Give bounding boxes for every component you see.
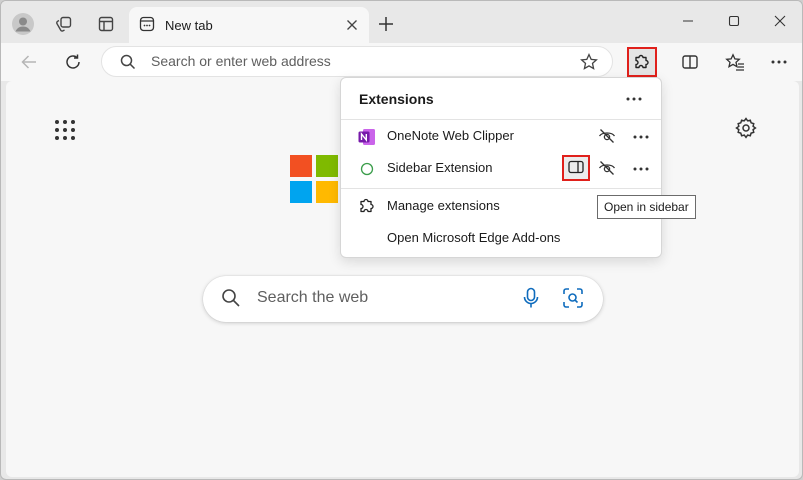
web-search-icon xyxy=(221,288,241,311)
open-in-sidebar-tooltip: Open in sidebar xyxy=(597,195,696,219)
extension-more-options-icon[interactable] xyxy=(629,127,653,147)
apps-launcher-icon[interactable] xyxy=(54,119,76,144)
search-icon xyxy=(120,54,136,73)
tab-new-tab[interactable]: New tab xyxy=(129,7,369,43)
address-bar[interactable] xyxy=(101,46,613,77)
title-bar: New tab xyxy=(1,1,802,43)
tab-close-icon[interactable] xyxy=(343,16,361,34)
newtab-favicon-icon xyxy=(139,16,155,35)
tab-actions-icon[interactable] xyxy=(91,9,121,39)
extensions-button[interactable] xyxy=(627,47,657,77)
flyout-title: Extensions xyxy=(359,91,434,107)
extension-row-onenote[interactable]: OneNote Web Clipper xyxy=(341,120,661,152)
extension-name: Sidebar Extension xyxy=(387,160,493,175)
tab-title: New tab xyxy=(165,17,213,33)
profile-avatar-icon[interactable] xyxy=(8,9,38,39)
extension-more-options-icon[interactable] xyxy=(629,159,653,179)
sidebar-panel-icon xyxy=(568,160,584,177)
favorites-list-icon[interactable] xyxy=(719,46,751,78)
logo-square-yellow xyxy=(316,181,338,203)
extension-row-sidebar[interactable]: Sidebar Extension xyxy=(341,152,661,184)
circle-outline-icon xyxy=(358,160,376,178)
browser-window: New tab Search or enter web address Sear… xyxy=(0,0,803,480)
web-search-box[interactable] xyxy=(203,276,603,322)
workspaces-icon[interactable] xyxy=(49,9,79,39)
logo-square-blue xyxy=(290,181,312,203)
hide-from-toolbar-icon[interactable] xyxy=(598,159,616,180)
visual-search-icon[interactable] xyxy=(562,287,584,312)
favorite-star-icon[interactable] xyxy=(580,53,598,74)
extension-name: OneNote Web Clipper xyxy=(387,128,514,143)
manage-extensions-link[interactable]: Manage extensions xyxy=(387,198,500,213)
flyout-divider xyxy=(341,188,661,189)
new-tab-plus-icon[interactable] xyxy=(371,9,401,39)
page-settings-gear-icon[interactable] xyxy=(735,117,757,142)
onenote-icon xyxy=(358,128,376,146)
back-icon[interactable] xyxy=(13,46,45,78)
settings-more-icon[interactable] xyxy=(763,46,795,78)
extensions-flyout: Extensions OneNote Web Clipper Sidebar E… xyxy=(340,77,662,258)
puzzle-piece-icon xyxy=(633,52,651,73)
hide-from-toolbar-icon[interactable] xyxy=(598,127,616,148)
navigation-toolbar xyxy=(1,43,802,81)
open-in-sidebar-button[interactable] xyxy=(562,155,590,181)
split-screen-icon[interactable] xyxy=(674,46,706,78)
logo-square-green xyxy=(316,155,338,177)
close-window-icon[interactable] xyxy=(757,5,802,37)
logo-square-red xyxy=(290,155,312,177)
open-addons-link[interactable]: Open Microsoft Edge Add-ons xyxy=(387,230,560,245)
minimize-icon[interactable] xyxy=(665,5,711,37)
web-search-input[interactable] xyxy=(257,289,497,307)
microphone-icon[interactable] xyxy=(521,287,541,312)
manage-puzzle-icon xyxy=(358,196,376,217)
address-input[interactable] xyxy=(151,53,551,69)
microsoft-logo xyxy=(290,155,338,203)
flyout-more-options-icon[interactable] xyxy=(621,88,647,110)
refresh-icon[interactable] xyxy=(57,46,89,78)
maximize-icon[interactable] xyxy=(711,5,757,37)
